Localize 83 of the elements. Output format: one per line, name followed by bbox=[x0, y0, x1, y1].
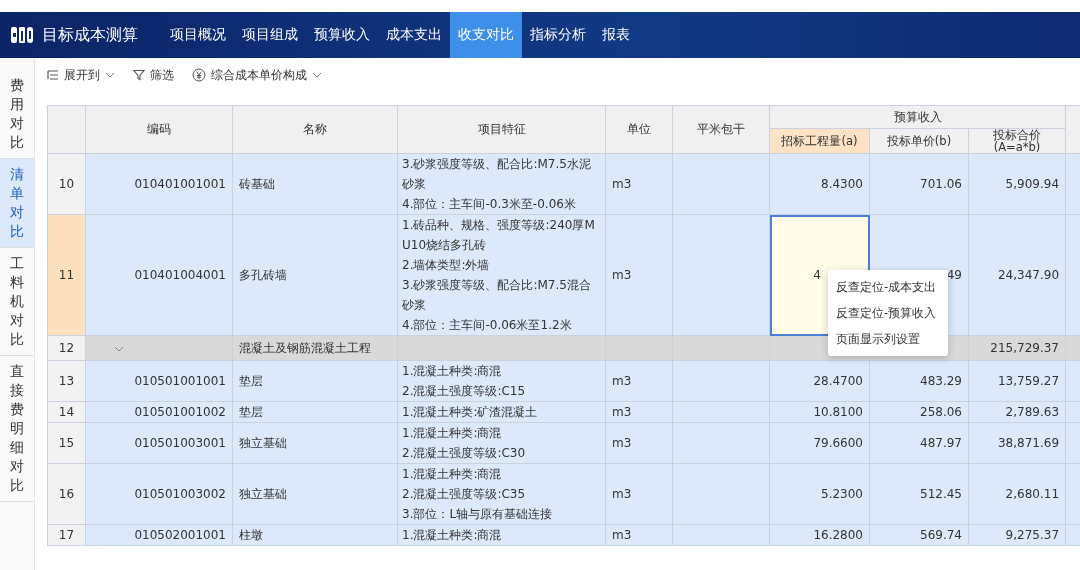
feature-line: 2.混凝土强度等级:C35 bbox=[402, 486, 527, 503]
table-cell: m3 bbox=[605, 153, 673, 215]
column-header[interactable]: 单位 bbox=[605, 105, 673, 154]
toolbar-button[interactable]: 筛选 bbox=[133, 66, 174, 84]
nav-tab[interactable]: 指标分析 bbox=[522, 12, 594, 58]
menu-item[interactable]: 反查定位-成本支出 bbox=[828, 274, 948, 300]
table-cell: 701.06 bbox=[869, 153, 969, 215]
feature-line: 1.砖品种、规格、强度等级:240厚MU10烧结多孔砖 bbox=[402, 217, 596, 254]
feature-line: 3.部位：L轴与原有基础连接 bbox=[402, 506, 554, 523]
table-cell: 混凝土及钢筋混凝土工程 bbox=[232, 335, 398, 361]
row-number: 15 bbox=[47, 422, 86, 464]
column-group-header: 预算收入 bbox=[769, 105, 1066, 129]
table-cell[interactable]: 79.6600 bbox=[769, 422, 870, 464]
table-cell: m3 bbox=[605, 422, 673, 464]
table-cell: 5,909.94 bbox=[968, 153, 1066, 215]
column-header[interactable]: 名称 bbox=[232, 105, 398, 154]
table-cell: 010501001001 bbox=[85, 360, 233, 402]
feature-line: 1.混凝土种类:商混 bbox=[402, 527, 503, 544]
nav-tab[interactable]: 项目概况 bbox=[162, 12, 234, 58]
filter-icon bbox=[133, 69, 145, 81]
nav-tab[interactable]: 预算收入 bbox=[306, 12, 378, 58]
table-cell: 38,871.69 bbox=[968, 422, 1066, 464]
side-tab[interactable]: 直接费明细对比 bbox=[0, 356, 34, 502]
feature-line: 2.墙体类型:外墙 bbox=[402, 257, 491, 274]
column-header[interactable]: 项目特征 bbox=[397, 105, 606, 154]
menu-item[interactable]: 反查定位-预算收入 bbox=[828, 300, 948, 326]
table-cell: 010501003002 bbox=[85, 463, 233, 525]
nav-tab[interactable]: 项目组成 bbox=[234, 12, 306, 58]
table-cell: 010401001001 bbox=[85, 153, 233, 215]
row-number: 13 bbox=[47, 360, 86, 402]
indent-list-icon bbox=[47, 69, 59, 81]
table-cell: 砖基础 bbox=[232, 153, 398, 215]
row-number: 11 bbox=[47, 214, 86, 336]
nav-tab[interactable]: 报表 bbox=[594, 12, 638, 58]
table-cell: 010401004001 bbox=[85, 214, 233, 336]
row-number: 17 bbox=[47, 524, 86, 546]
toolbar-button[interactable]: 综合成本单价构成 bbox=[192, 66, 322, 84]
column-header[interactable]: 投标合价 (A=a*b) bbox=[968, 128, 1066, 154]
feature-line: 4.部位：主车间-0.3米至-0.06米 bbox=[402, 196, 577, 213]
row-number: 16 bbox=[47, 463, 86, 525]
table-cell: 483.29 bbox=[869, 360, 969, 402]
header-corner bbox=[47, 105, 86, 154]
table-cell: 垫层 bbox=[232, 360, 398, 402]
toolbar-button[interactable]: 展开到 bbox=[47, 66, 115, 84]
feature-line: 3.砂浆强度等级、配合比:M7.5混合砂浆 bbox=[402, 277, 592, 314]
side-tab[interactable]: 清单对比 bbox=[0, 159, 34, 248]
table-cell: 487.97 bbox=[869, 422, 969, 464]
table-cell: m3 bbox=[605, 214, 673, 336]
feature-line: 1.混凝土种类:矿渣混凝土 bbox=[402, 404, 539, 421]
feature-line: 1.混凝土种类:商混 bbox=[402, 363, 503, 380]
side-tab[interactable]: 工料机对比 bbox=[0, 248, 34, 356]
table-cell: 13,759.27 bbox=[968, 360, 1066, 402]
feature-line: 4.部位：主车间-0.06米至1.2米 bbox=[402, 317, 573, 334]
table-cell: 独立基础 bbox=[232, 422, 398, 464]
table-cell[interactable]: 8.4300 bbox=[769, 153, 870, 215]
column-header[interactable]: 招标工程量(a) bbox=[769, 128, 870, 154]
table-cell[interactable]: 28.4700 bbox=[769, 360, 870, 402]
table-cell: 2,680.11 bbox=[968, 463, 1066, 525]
menu-item[interactable]: 页面显示列设置 bbox=[828, 326, 948, 352]
app-title: 目标成本测算 bbox=[42, 24, 138, 46]
column-header[interactable]: 投标单价(b) bbox=[869, 128, 969, 154]
row-number: 14 bbox=[47, 401, 86, 423]
table-cell: 010501003001 bbox=[85, 422, 233, 464]
row-number: 12 bbox=[47, 335, 86, 361]
row-number: 10 bbox=[47, 153, 86, 215]
chevron-icon[interactable] bbox=[114, 346, 124, 352]
table-cell: 独立基础 bbox=[232, 463, 398, 525]
table-cell: 24,347.90 bbox=[968, 214, 1066, 336]
yen-circle-icon bbox=[192, 68, 206, 82]
table-cell: m3 bbox=[605, 360, 673, 402]
nav-tab[interactable]: 成本支出 bbox=[378, 12, 450, 58]
feature-line: 1.混凝土种类:商混 bbox=[402, 425, 503, 442]
column-header[interactable]: 平米包干 bbox=[672, 105, 770, 154]
feature-line: 2.混凝土强度等级:C30 bbox=[402, 445, 527, 462]
table-cell: 215,729.37 bbox=[968, 335, 1066, 361]
feature-line: 3.砂浆强度等级、配合比:M7.5水泥砂浆 bbox=[402, 156, 592, 193]
table-cell[interactable]: 5.2300 bbox=[769, 463, 870, 525]
feature-line: 2.混凝土强度等级:C15 bbox=[402, 383, 527, 400]
table-cell: m3 bbox=[605, 463, 673, 525]
column-header[interactable]: 编码 bbox=[85, 105, 233, 154]
table-cell: 多孔砖墙 bbox=[232, 214, 398, 336]
table-cell: 512.45 bbox=[869, 463, 969, 525]
feature-line: 1.混凝土种类:商混 bbox=[402, 466, 503, 483]
